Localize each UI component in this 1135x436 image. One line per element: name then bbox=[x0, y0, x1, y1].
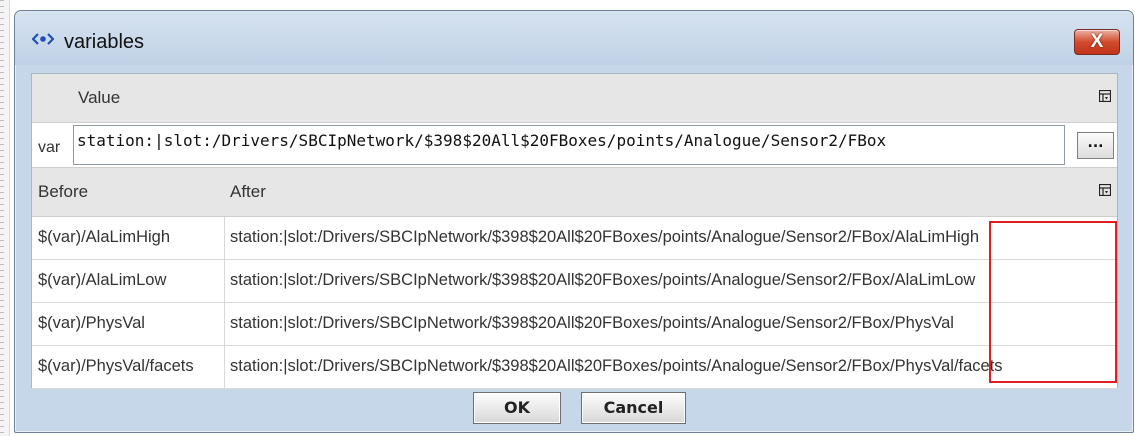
table-row[interactable]: $(var)/AlaLimLow station:|slot:/Drivers/… bbox=[32, 260, 1117, 303]
before-cell: $(var)/AlaLimLow bbox=[38, 271, 167, 289]
close-icon: X bbox=[1090, 31, 1104, 52]
table-header: Before After bbox=[32, 168, 1117, 217]
after-cell: station:|slot:/Drivers/SBCIpNetwork/$398… bbox=[230, 357, 1003, 375]
table-row[interactable]: $(var)/PhysVal station:|slot:/Drivers/SB… bbox=[32, 303, 1117, 346]
column-divider bbox=[224, 260, 225, 302]
column-header-after[interactable]: After bbox=[230, 182, 266, 202]
table-options-icon[interactable] bbox=[1099, 184, 1111, 196]
column-divider bbox=[224, 303, 225, 345]
var-row: var station:|slot:/Drivers/SBCIpNetwork/… bbox=[32, 123, 1117, 168]
value-header-label: Value bbox=[78, 88, 121, 107]
var-value-field[interactable]: station:|slot:/Drivers/SBCIpNetwork/$398… bbox=[73, 125, 1065, 165]
before-cell: $(var)/AlaLimHigh bbox=[38, 228, 171, 246]
table-options-icon[interactable] bbox=[1099, 90, 1111, 102]
variables-icon bbox=[32, 33, 54, 45]
ok-button[interactable]: OK bbox=[473, 392, 561, 424]
column-divider bbox=[224, 346, 225, 388]
close-button[interactable]: X bbox=[1074, 29, 1120, 55]
dialog-title: variables bbox=[64, 31, 145, 53]
table-row[interactable]: $(var)/AlaLimHigh station:|slot:/Drivers… bbox=[32, 217, 1117, 260]
value-column-header: Value bbox=[32, 74, 1117, 123]
column-header-before[interactable]: Before bbox=[38, 182, 88, 202]
column-divider bbox=[224, 217, 225, 259]
after-cell: station:|slot:/Drivers/SBCIpNetwork/$398… bbox=[230, 271, 976, 289]
browse-button[interactable]: ... bbox=[1077, 132, 1114, 159]
after-cell: station:|slot:/Drivers/SBCIpNetwork/$398… bbox=[230, 228, 980, 246]
var-label: var bbox=[38, 139, 61, 156]
dialog-content: Value var station:|slot:/Drivers/SBCIpNe… bbox=[31, 73, 1118, 389]
variables-dialog: variables X Value var station:|slot:/Dri… bbox=[14, 10, 1134, 433]
left-ruler bbox=[0, 0, 10, 436]
table-row[interactable]: $(var)/PhysVal/facets station:|slot:/Dri… bbox=[32, 346, 1117, 389]
title-bar[interactable]: variables X bbox=[15, 11, 1133, 65]
cancel-button[interactable]: Cancel bbox=[581, 392, 686, 424]
after-cell: station:|slot:/Drivers/SBCIpNetwork/$398… bbox=[230, 314, 954, 332]
before-cell: $(var)/PhysVal/facets bbox=[38, 357, 194, 375]
before-cell: $(var)/PhysVal bbox=[38, 314, 145, 332]
